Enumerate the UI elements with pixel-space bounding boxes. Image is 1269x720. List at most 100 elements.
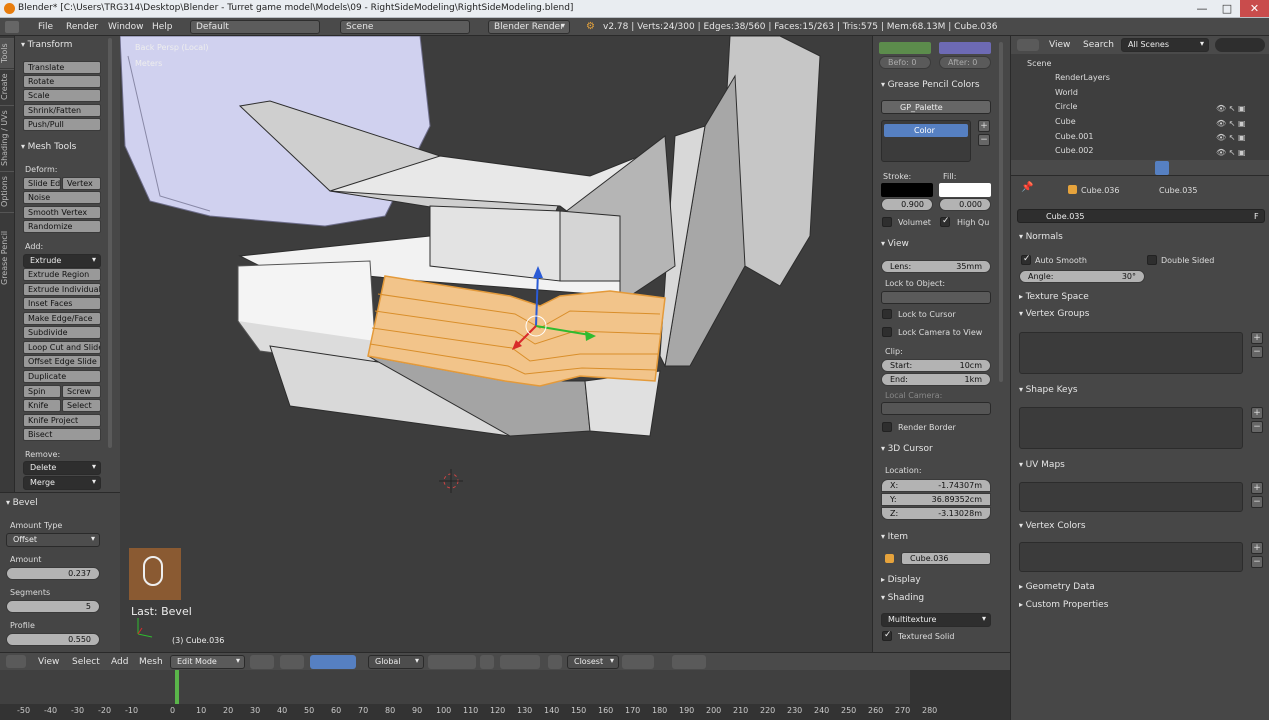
outliner-search-input[interactable]: [1215, 38, 1265, 52]
knife-select-button[interactable]: Select: [62, 399, 101, 412]
custom-properties-header[interactable]: Custom Properties: [1019, 600, 1109, 610]
minimize-button[interactable]: —: [1190, 0, 1214, 17]
cursor-y-field[interactable]: Y: 36.89352cm: [881, 493, 991, 506]
timeline-area[interactable]: [0, 670, 1010, 704]
extrude-menu[interactable]: Extrude: [23, 254, 101, 268]
vertex-color-add-button[interactable]: +: [1251, 542, 1263, 554]
snap-toggle[interactable]: [548, 655, 562, 669]
cursor-z-field[interactable]: Z: -3.13028m: [881, 507, 991, 520]
close-button[interactable]: ✕: [1240, 0, 1269, 17]
maximize-button[interactable]: □: [1215, 0, 1239, 17]
profile-field[interactable]: 0.550: [6, 633, 100, 646]
menu-view[interactable]: View: [38, 657, 59, 667]
menu-mesh[interactable]: Mesh: [139, 657, 163, 667]
menu-select[interactable]: Select: [72, 657, 100, 667]
tab-options[interactable]: Options: [0, 171, 14, 211]
shading-mode-button[interactable]: [250, 655, 274, 669]
texture-space-header[interactable]: Texture Space: [1019, 292, 1089, 302]
auto-smooth-checkbox[interactable]: [1021, 254, 1031, 265]
loop-cut-button[interactable]: Loop Cut and Slide: [23, 341, 101, 354]
properties-context-tabs[interactable]: [1011, 160, 1269, 176]
remove-color-button[interactable]: −: [978, 134, 990, 146]
angle-field[interactable]: Angle: 30°: [1019, 270, 1145, 283]
3d-cursor-section-header[interactable]: 3D Cursor: [881, 444, 933, 454]
slide-edge-button[interactable]: Slide Ed: [23, 177, 61, 190]
segments-field[interactable]: 5: [6, 600, 100, 613]
gp-color-list[interactable]: Color: [881, 120, 971, 162]
transform-section-header[interactable]: Transform: [21, 40, 73, 50]
mesh-datablock-field[interactable]: Cube.035 F: [1017, 209, 1265, 223]
slide-vertex-button[interactable]: Vertex: [62, 177, 101, 190]
snap-options[interactable]: [622, 655, 654, 669]
3d-viewport[interactable]: Back Persp (Local) Meters Last: Bevel (3…: [120, 36, 872, 650]
render-buttons[interactable]: [672, 655, 706, 669]
uv-maps-header[interactable]: UV Maps: [1019, 460, 1065, 470]
tab-create[interactable]: Create: [0, 69, 14, 104]
tab-tools[interactable]: Tools: [0, 38, 14, 68]
npanel-scrollbar[interactable]: [999, 42, 1003, 382]
menu-add[interactable]: Add: [111, 657, 128, 667]
mesh-tools-section-header[interactable]: Mesh Tools: [21, 142, 77, 152]
uv-maps-list[interactable]: [1019, 482, 1243, 512]
bevel-panel-header[interactable]: Bevel: [6, 498, 38, 508]
subdivide-button[interactable]: Subdivide: [23, 326, 101, 339]
outliner-menu-search[interactable]: Search: [1083, 40, 1114, 50]
inset-faces-button[interactable]: Inset Faces: [23, 297, 101, 310]
snap-target-selector[interactable]: Closest: [567, 655, 619, 669]
volumetric-checkbox[interactable]: [882, 217, 892, 227]
orientation-selector[interactable]: Global: [368, 655, 424, 669]
noise-button[interactable]: Noise: [23, 191, 101, 204]
clip-end-field[interactable]: End: 1km: [881, 373, 991, 386]
tab-shading-uvs[interactable]: Shading / UVs: [0, 105, 14, 170]
shape-key-remove-button[interactable]: −: [1251, 421, 1263, 433]
add-color-button[interactable]: +: [978, 120, 990, 132]
visibility-toggles[interactable]: 👁 ↖ ▣ 👁 ↖ ▣ 👁 ↖ ▣ 👁 ↖ ▣: [1216, 102, 1252, 158]
shading-section-header[interactable]: Shading: [881, 593, 925, 603]
vertex-colors-header[interactable]: Vertex Colors: [1019, 521, 1086, 531]
knife-button[interactable]: Knife: [23, 399, 61, 412]
lock-camera-checkbox[interactable]: [882, 327, 892, 337]
knife-project-button[interactable]: Knife Project: [23, 414, 101, 427]
menu-render[interactable]: Render: [66, 22, 98, 32]
geometry-data-header[interactable]: Geometry Data: [1019, 582, 1095, 592]
offset-edge-slide-button[interactable]: Offset Edge Slide: [23, 355, 101, 368]
normals-section-header[interactable]: Normals: [1019, 232, 1063, 242]
tab-grease-pencil[interactable]: Grease Pencil: [0, 212, 14, 302]
view-section-header[interactable]: View: [881, 239, 909, 249]
item-section-header[interactable]: Item: [881, 532, 909, 542]
fill-color-swatch[interactable]: [939, 183, 991, 197]
item-name-field[interactable]: Cube.036: [901, 552, 991, 565]
tree-item-cube[interactable]: Cube: [1055, 117, 1076, 126]
shape-keys-header[interactable]: Shape Keys: [1019, 385, 1078, 395]
layout-selector[interactable]: Default: [190, 20, 320, 34]
timeline[interactable]: -50 -40 -30 -20 -10 0 10 20 30 40 50 60 …: [0, 670, 1010, 720]
translate-button[interactable]: Translate: [23, 61, 101, 74]
merge-menu[interactable]: Merge: [23, 476, 101, 490]
shape-keys-list[interactable]: [1019, 407, 1243, 449]
vertex-color-remove-button[interactable]: −: [1251, 556, 1263, 568]
local-camera-field[interactable]: [881, 402, 991, 415]
cursor-x-field[interactable]: X: -1.74307m: [881, 479, 991, 492]
lock-to-cursor-checkbox[interactable]: [882, 309, 892, 319]
proportional-button[interactable]: [500, 655, 540, 669]
display-section-header[interactable]: Display: [881, 575, 921, 585]
manipulator-buttons[interactable]: [310, 655, 356, 669]
vertex-groups-header[interactable]: Vertex Groups: [1019, 309, 1090, 319]
vertex-colors-list[interactable]: [1019, 542, 1243, 572]
shrink-fatten-button[interactable]: Shrink/Fatten: [23, 104, 101, 117]
menu-help[interactable]: Help: [152, 22, 173, 32]
fill-opacity-field[interactable]: 0.000: [939, 198, 991, 211]
tree-item-world[interactable]: World: [1055, 88, 1078, 97]
mode-selector[interactable]: Edit Mode: [170, 655, 245, 669]
high-quality-checkbox[interactable]: [940, 216, 950, 227]
vertex-group-remove-button[interactable]: −: [1251, 346, 1263, 358]
tree-item-cube001[interactable]: Cube.001: [1055, 132, 1093, 141]
bisect-button[interactable]: Bisect: [23, 428, 101, 441]
screw-button[interactable]: Screw: [62, 385, 101, 398]
editor-type-button[interactable]: [6, 655, 26, 668]
smooth-vertex-button[interactable]: Smooth Vertex: [23, 206, 101, 219]
double-sided-checkbox[interactable]: [1147, 255, 1157, 265]
vertex-groups-list[interactable]: [1019, 332, 1243, 374]
delete-menu[interactable]: Delete: [23, 461, 101, 475]
spin-button[interactable]: Spin: [23, 385, 61, 398]
